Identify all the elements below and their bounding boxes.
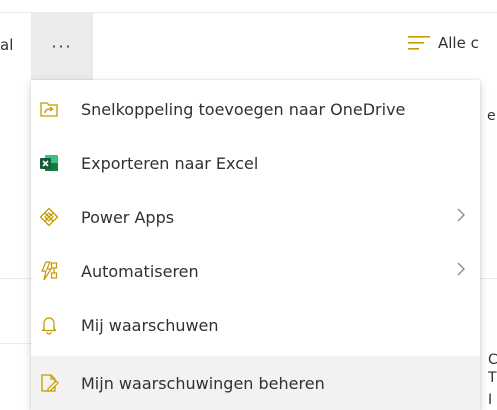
background-row-divider xyxy=(0,343,31,344)
menu-item-power-apps[interactable]: Power Apps xyxy=(31,190,480,244)
excel-icon xyxy=(39,153,59,173)
bell-icon xyxy=(39,315,59,335)
background-cut-text: C xyxy=(488,352,497,368)
more-icon: ··· xyxy=(51,36,73,56)
menu-item-label: Exporteren naar Excel xyxy=(81,153,259,173)
shortcut-icon xyxy=(39,99,59,119)
menu-item-label: Mij waarschuwen xyxy=(81,315,219,335)
background-row-divider xyxy=(0,278,31,279)
background-cut-text: e xyxy=(487,108,496,124)
more-options-menu: Snelkoppeling toevoegen naar OneDrive Ex… xyxy=(31,80,480,410)
menu-item-alert-me[interactable]: Mij waarschuwen xyxy=(31,298,480,352)
chevron-right-icon xyxy=(456,261,466,281)
background-row-divider xyxy=(480,278,497,279)
background-cut-text: I xyxy=(488,392,493,408)
command-bar: al ··· Alle c xyxy=(0,0,497,80)
view-selector-label: Alle c xyxy=(438,34,479,52)
menu-item-manage-alerts[interactable]: Mijn waarschuwingen beheren xyxy=(31,356,480,410)
view-selector[interactable]: Alle c xyxy=(408,34,479,52)
menu-item-label: Power Apps xyxy=(81,207,175,227)
menu-item-label: Snelkoppeling toevoegen naar OneDrive xyxy=(81,99,406,119)
menu-item-label: Mijn waarschuwingen beheren xyxy=(81,373,325,393)
chevron-right-icon xyxy=(456,207,466,227)
menu-item-label: Automatiseren xyxy=(81,261,199,281)
menu-item-automate[interactable]: Automatiseren xyxy=(31,244,480,298)
automate-icon xyxy=(39,261,59,281)
manage-alerts-icon xyxy=(39,373,59,393)
background-cut-text: T xyxy=(488,370,497,386)
view-options-icon xyxy=(408,35,430,51)
command-bar-cut-text: al xyxy=(0,36,14,54)
more-options-button[interactable]: ··· xyxy=(31,12,93,80)
menu-item-export-excel[interactable]: Exporteren naar Excel xyxy=(31,136,480,190)
power-apps-icon xyxy=(39,207,59,227)
menu-item-add-shortcut-onedrive[interactable]: Snelkoppeling toevoegen naar OneDrive xyxy=(31,82,480,136)
